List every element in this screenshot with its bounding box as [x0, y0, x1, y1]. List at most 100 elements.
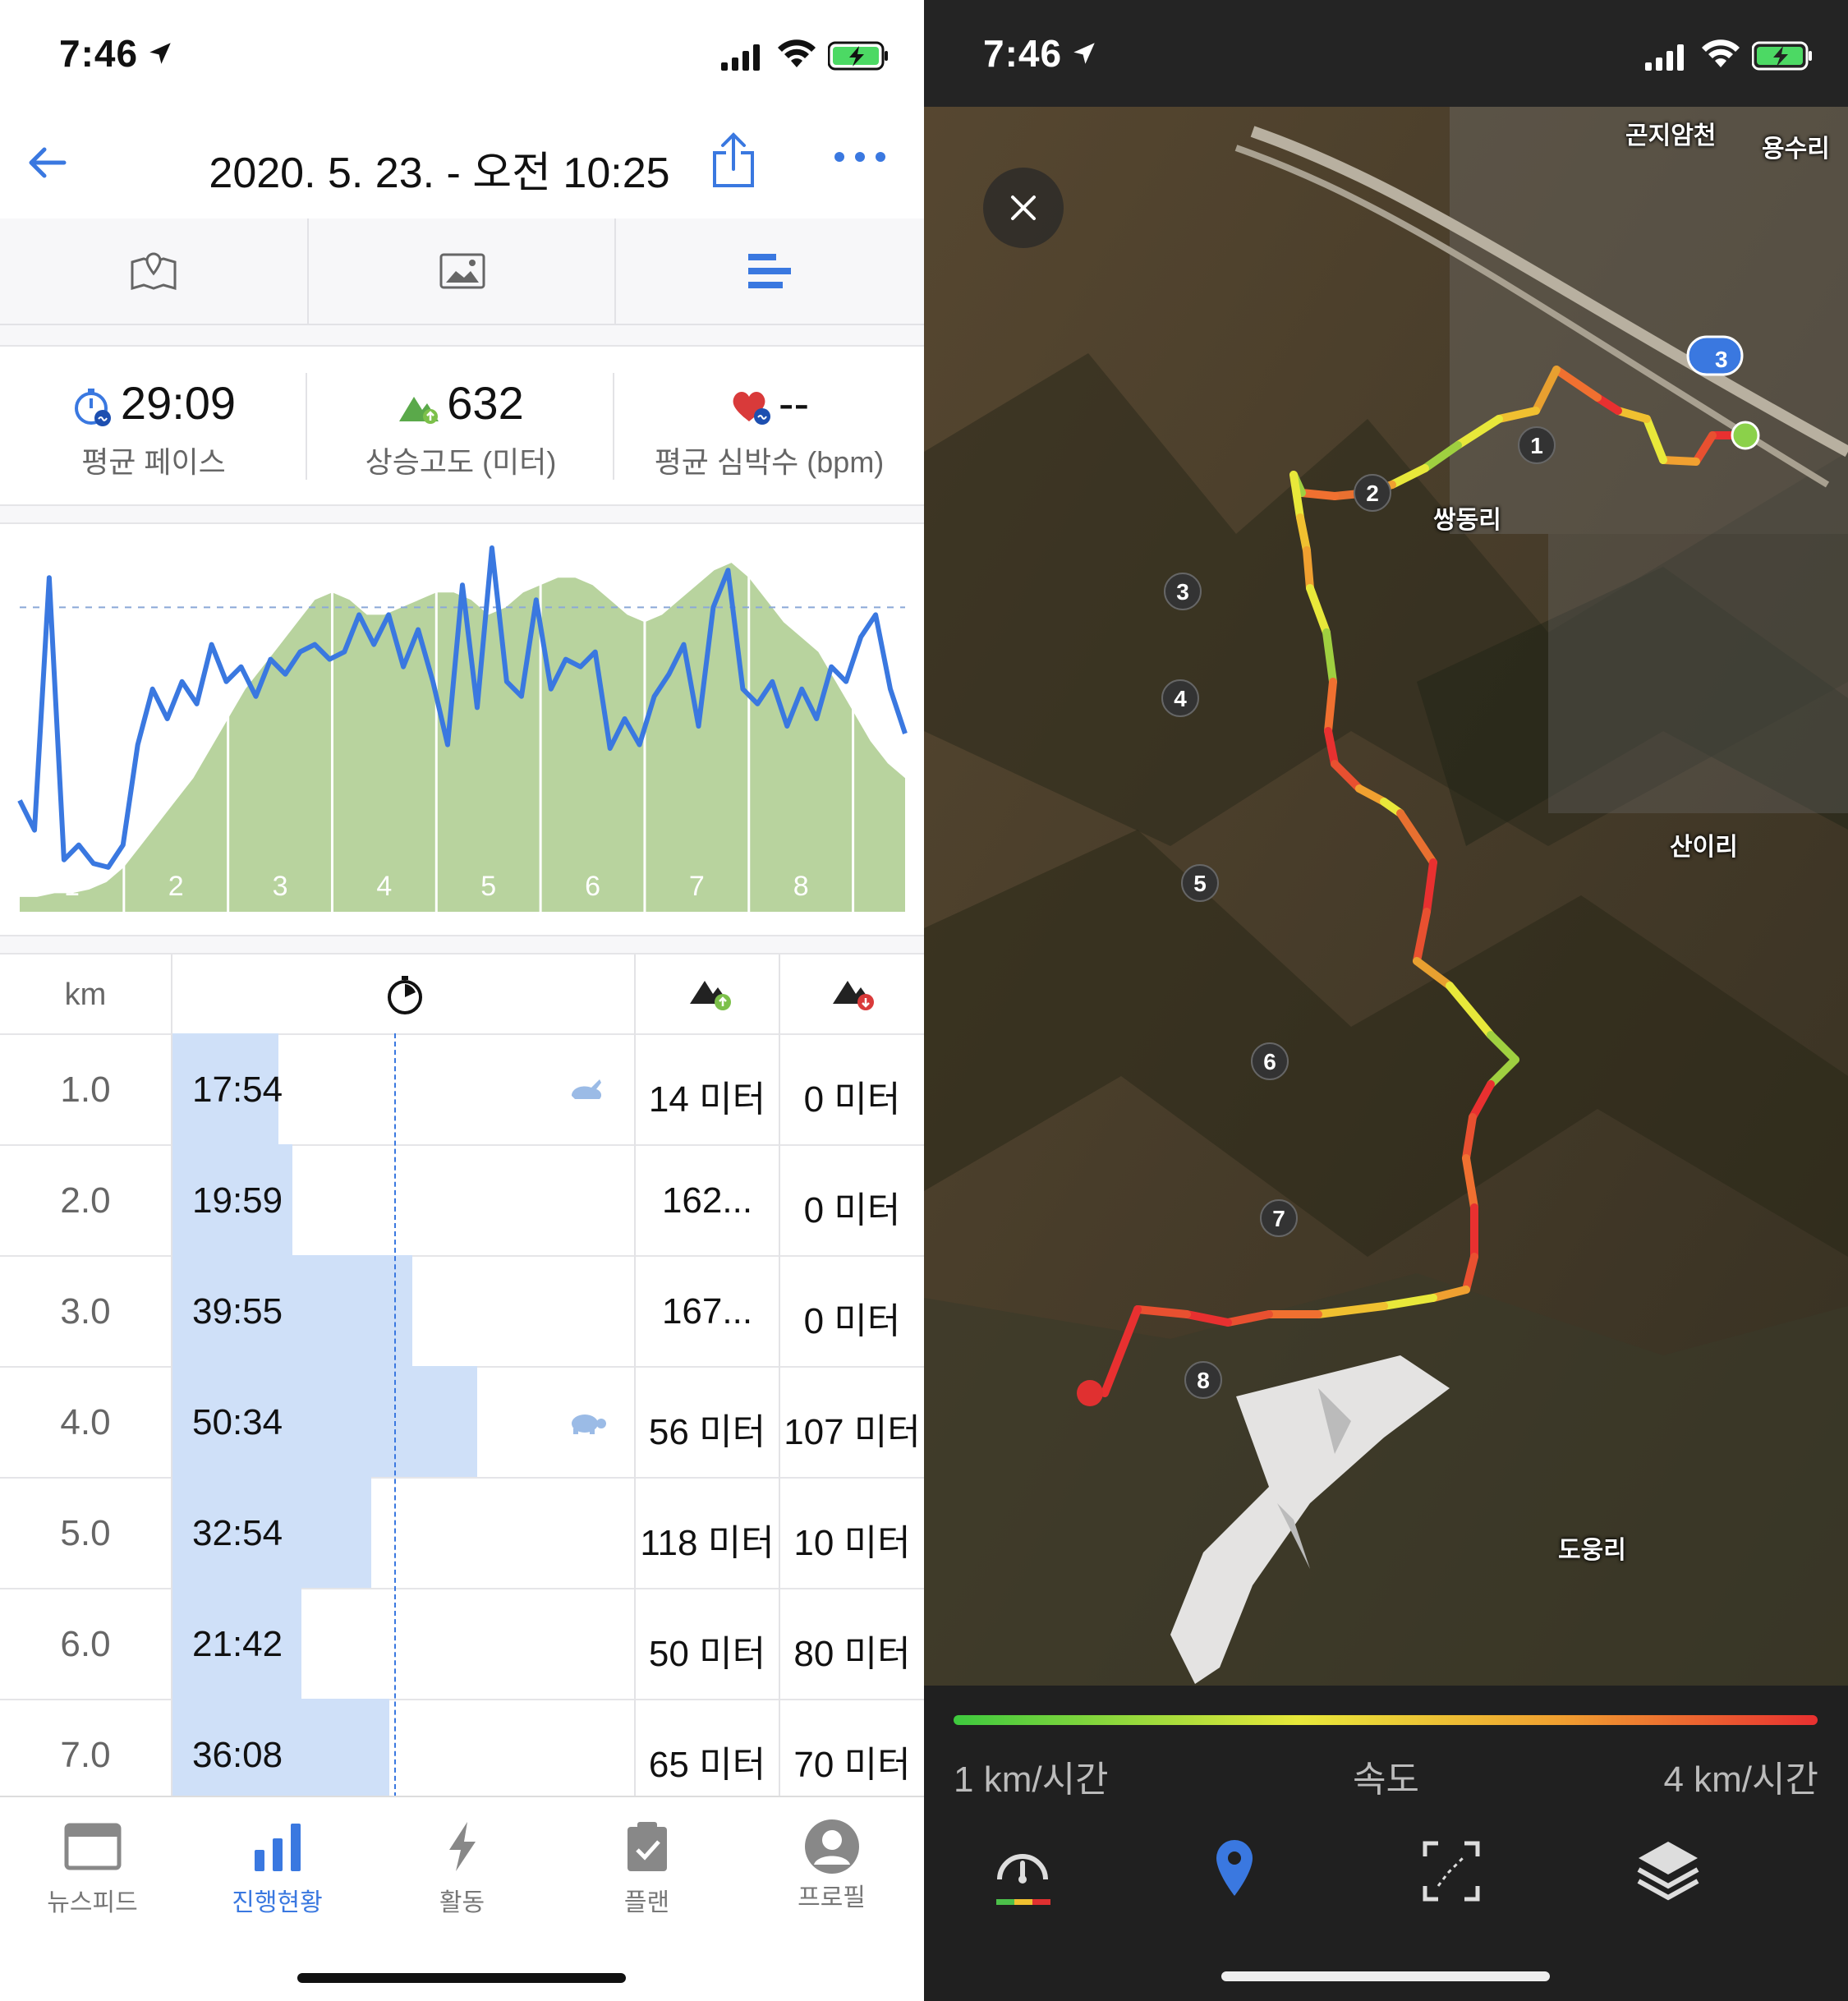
- location-arrow-icon: [1073, 43, 1095, 64]
- elevation-area: [20, 563, 905, 912]
- splits-table: km 1.0 17:54 14 미터 0 미터 2.0 19:59 162... 0 미터 3.…: [0, 953, 924, 1811]
- location-button[interactable]: [1185, 1833, 1284, 1916]
- split-pace: 36:08: [192, 1735, 283, 1775]
- split-row: 7.0 36:08 65 미터 70 미터: [0, 1699, 924, 1811]
- speed-gradient-bar: [954, 1715, 1818, 1725]
- tab-newsfeed[interactable]: 뉴스피드: [0, 1822, 185, 1918]
- split-pace: 32:54: [192, 1513, 283, 1553]
- profile-icon: [804, 1819, 859, 1874]
- split-ascent: 162...: [661, 1180, 753, 1221]
- km-tick-label: 8: [793, 871, 809, 902]
- split-descent: 0 미터: [803, 1079, 901, 1120]
- fit-route-button[interactable]: [1402, 1833, 1501, 1916]
- km-tick-label: 1: [64, 871, 80, 902]
- km-marker-label: 6: [1263, 1049, 1276, 1074]
- split-ascent: 118 미터: [640, 1523, 775, 1563]
- summary-stats: 29:09 평균 페이스 632 상승고도 (미터) -- 평균 심박수 (bp…: [0, 345, 924, 506]
- km-marker-label: 5: [1193, 871, 1207, 896]
- split-row: 6.0 21:42 50 미터 80 미터: [0, 1588, 924, 1700]
- place-label: 용수리: [1762, 136, 1830, 163]
- tab-photos[interactable]: [307, 218, 616, 324]
- split-km: 5.0: [60, 1513, 111, 1553]
- pace-elevation-chart: 1 2 3 4 5 6 7 8: [0, 522, 924, 936]
- km-tick-label: 2: [168, 871, 184, 902]
- plan-icon: [627, 1822, 667, 1871]
- battery-charging-icon: [828, 41, 888, 71]
- route-map-svg[interactable]: 1 2 3 4 5 6 7 8 3: [924, 107, 1848, 1686]
- status-bar-dark: 7:46: [924, 0, 1848, 107]
- share-icon[interactable]: [708, 131, 759, 189]
- split-ascent: 65 미터: [648, 1745, 766, 1785]
- wifi-icon: [1702, 39, 1740, 67]
- newsfeed-icon: [64, 1823, 121, 1870]
- elevation-gain-label: 상승고도 (미터): [365, 445, 557, 479]
- start-point: [1731, 421, 1760, 450]
- tab-plan[interactable]: 플랜: [554, 1822, 739, 1918]
- km-column-header: km: [64, 978, 107, 1012]
- map-icon: [131, 252, 177, 290]
- stopwatch-icon: [388, 976, 422, 1014]
- split-row: 1.0 17:54 14 미터 0 미터: [0, 1033, 924, 1146]
- activity-detail-screen: 7:46 2020. 5. 23. - 오전 10:25 29:09 평균 페이…: [0, 0, 924, 2001]
- activity-header: 2020. 5. 23. - 오전 10:25: [0, 107, 924, 220]
- km-marker-label: 7: [1272, 1206, 1285, 1231]
- photo-icon: [439, 253, 485, 289]
- speed-legend: 1 km/시간 속도 4 km/시간: [924, 1686, 1848, 1809]
- speed-mode-button[interactable]: [973, 1833, 1072, 1916]
- avg-heart-rate-value: --: [778, 377, 810, 429]
- place-label: 도웅리: [1558, 1537, 1626, 1564]
- progress-icon: [254, 1824, 301, 1871]
- avg-pace-value: 29:09: [120, 377, 237, 429]
- stat-avg-heart-rate: -- 평균 심박수 (bpm): [614, 347, 924, 504]
- tab-plan-label: 플랜: [623, 1889, 670, 1916]
- splits-icon: [748, 254, 791, 288]
- fit-route-icon: [1423, 1841, 1480, 1902]
- tab-profile[interactable]: 프로필: [739, 1819, 924, 1913]
- route-segment: [1133, 1305, 1191, 1318]
- split-km: 6.0: [60, 1624, 111, 1664]
- close-icon: [1011, 196, 1036, 220]
- split-ascent: 50 미터: [648, 1634, 766, 1674]
- end-point: [1077, 1380, 1103, 1406]
- status-bar: 7:46: [0, 0, 924, 107]
- splits-header: km: [0, 954, 924, 1035]
- route-segment: [1298, 489, 1339, 500]
- wifi-icon: [778, 39, 816, 67]
- split-pace: 17:54: [192, 1070, 283, 1110]
- bottom-tab-bar: 뉴스피드 진행현황 활동 플랜 프로필: [0, 1796, 924, 2001]
- tab-splits[interactable]: [614, 218, 923, 324]
- tab-activity[interactable]: 활동: [370, 1822, 554, 1918]
- map-layers-button[interactable]: [1619, 1833, 1717, 1916]
- map-toolbar: [924, 1809, 1848, 2001]
- split-descent: 10 미터: [793, 1523, 911, 1563]
- split-descent: 80 미터: [793, 1634, 911, 1674]
- photo-count-badge[interactable]: 3: [1686, 335, 1744, 376]
- split-km: 3.0: [60, 1291, 111, 1332]
- split-descent: 0 미터: [803, 1190, 901, 1230]
- signal-icon: [721, 44, 760, 71]
- km-tick-label: 3: [273, 871, 288, 902]
- split-km: 4.0: [60, 1402, 111, 1442]
- km-marker-label: 3: [1176, 579, 1189, 605]
- pace-clock-icon: [74, 389, 111, 427]
- battery-charging-icon: [1752, 41, 1812, 71]
- close-map-button[interactable]: [983, 168, 1064, 248]
- tab-progress-label: 진행현황: [232, 1889, 323, 1916]
- location-arrow-icon: [149, 43, 171, 64]
- split-km: 7.0: [60, 1735, 111, 1775]
- stat-avg-pace: 29:09 평균 페이스: [0, 347, 307, 504]
- split-row: 4.0 50:34 56 미터 107 미터: [0, 1366, 924, 1479]
- tab-progress[interactable]: 진행현황: [185, 1822, 370, 1918]
- route-segment: [1659, 456, 1700, 466]
- km-marker-label: 8: [1197, 1368, 1210, 1393]
- route-segment: [1303, 546, 1314, 592]
- satellite-map[interactable]: 1 2 3 4 5 6 7 8 3 곤지암천 용수리 쌍동리 산이리 도웅리: [924, 107, 1848, 1686]
- split-pace: 19:59: [192, 1180, 283, 1221]
- status-time-dark: 7:46: [983, 32, 1063, 75]
- split-km: 2.0: [60, 1180, 111, 1221]
- back-arrow-icon[interactable]: [23, 140, 69, 186]
- split-pace: 21:42: [192, 1624, 283, 1664]
- more-options-icon[interactable]: [831, 145, 889, 169]
- tab-map[interactable]: [0, 218, 307, 324]
- map-screen: 7:46 1 2 3 4 5 6 7 8 3 곤지암천 용수리 쌍동리 산이리 …: [924, 0, 1848, 2001]
